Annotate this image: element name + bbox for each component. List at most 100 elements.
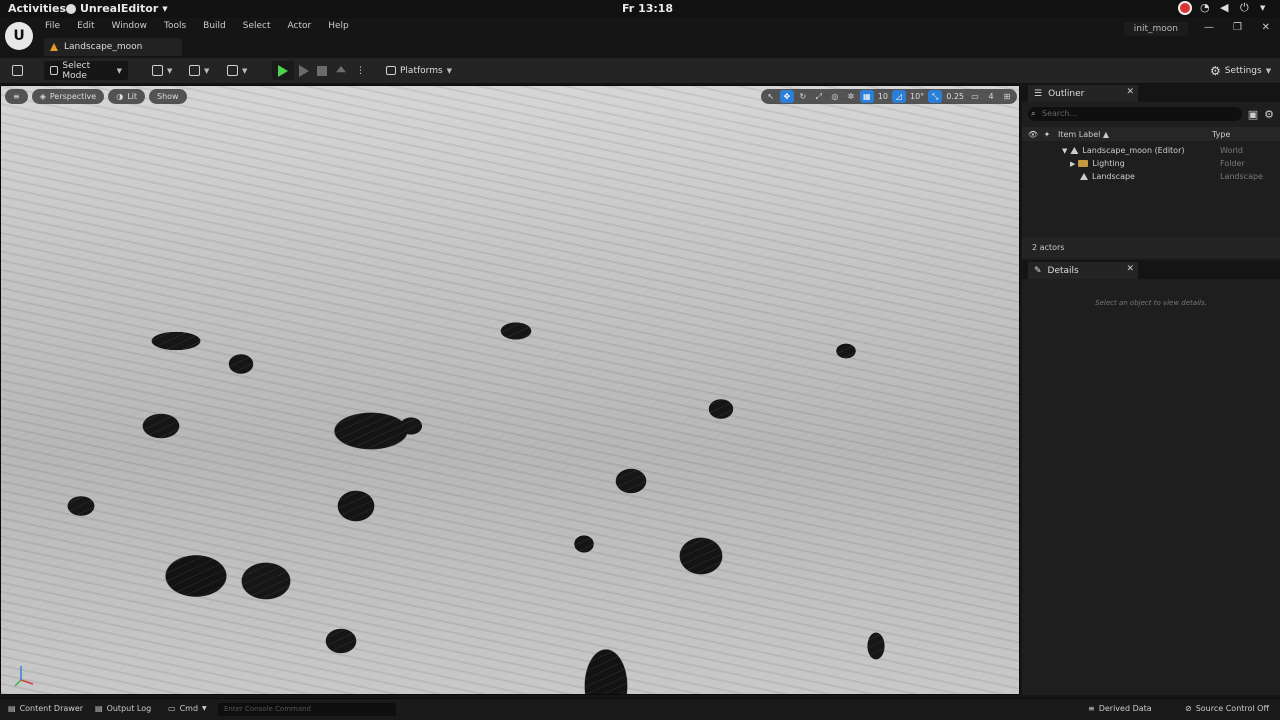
- scale-snap-icon[interactable]: ⤡: [928, 90, 943, 103]
- settings-dropdown[interactable]: ⚙ Settings ▼: [1204, 61, 1277, 80]
- source-control-button[interactable]: ⊘ Source Control Off: [1185, 704, 1269, 713]
- close-icon[interactable]: ✕: [1126, 87, 1134, 97]
- add-actor-button[interactable]: ▼: [146, 61, 178, 80]
- add-folder-icon[interactable]: ▣: [1248, 108, 1258, 121]
- rotate-tool-icon[interactable]: ↻: [796, 90, 810, 103]
- select-mode-label: Select Mode: [62, 60, 91, 81]
- add-icon: [152, 65, 163, 76]
- column-item-label[interactable]: Item Label ▲: [1054, 130, 1212, 139]
- outliner-tab-bar: ☰ Outliner ✕: [1022, 85, 1280, 102]
- camera-speed-icon[interactable]: ▭: [968, 90, 982, 103]
- volume-icon[interactable]: ◀: [1220, 2, 1232, 14]
- expand-arrow-icon[interactable]: ▼: [1062, 147, 1067, 155]
- output-log-button[interactable]: ▤ Output Log: [95, 704, 151, 713]
- system-tray[interactable]: ◔ ◀ ⏻ ▼: [1178, 1, 1272, 15]
- menu-help[interactable]: Help: [328, 20, 358, 31]
- menu-build[interactable]: Build: [203, 20, 235, 31]
- source-control-icon: ⊘: [1185, 704, 1192, 713]
- cinematics-button[interactable]: ▼: [221, 61, 253, 80]
- gear-icon[interactable]: ⚙: [1264, 108, 1274, 121]
- play-button[interactable]: [272, 61, 294, 80]
- scale-tool-icon[interactable]: ⤢: [812, 90, 826, 103]
- menu-select[interactable]: Select: [243, 20, 280, 31]
- view-mode-button[interactable]: ◑ Lit: [108, 89, 146, 104]
- power-icon[interactable]: ⏻: [1240, 2, 1252, 14]
- more-icon: ⋮: [356, 65, 365, 76]
- menu-window[interactable]: Window: [112, 20, 157, 31]
- blueprints-button[interactable]: ▼: [183, 61, 215, 80]
- save-icon: [12, 65, 23, 76]
- chevron-down-icon: ▼: [167, 66, 173, 75]
- viewport-menu-button[interactable]: ≡: [5, 89, 28, 104]
- perspective-button[interactable]: ◈ Perspective: [31, 89, 105, 104]
- select-mode-dropdown[interactable]: Select Mode ▼: [44, 60, 128, 81]
- step-icon: [299, 64, 309, 77]
- list-item[interactable]: Landscape Landscape: [1022, 170, 1280, 183]
- source-control-label: Source Control Off: [1195, 704, 1269, 713]
- derived-data-button[interactable]: ≡ Derived Data: [1088, 704, 1152, 713]
- world-space-icon[interactable]: ◎: [828, 90, 842, 103]
- wifi-icon[interactable]: ◔: [1200, 2, 1212, 14]
- main-toolbar: Select Mode ▼ ▼ ▼ ▼ ⋮ Platforms ▼ ⚙ Sett…: [0, 58, 1280, 84]
- level-viewport[interactable]: ≡ ◈ Perspective ◑ Lit Show ↖ ✥ ↻ ⤢ ◎ ✲ ▦…: [0, 85, 1020, 695]
- surface-snap-icon[interactable]: ✲: [844, 90, 858, 103]
- menu-file[interactable]: File: [45, 20, 69, 31]
- perspective-label: Perspective: [49, 92, 97, 101]
- tree-label: Landscape_moon (Editor): [1082, 146, 1185, 155]
- cmd-dropdown[interactable]: ▭ Cmd ▼: [168, 704, 207, 713]
- viewport-options: ≡ ◈ Perspective ◑ Lit Show: [5, 89, 187, 104]
- viewport-transform-toolbar: ↖ ✥ ↻ ⤢ ◎ ✲ ▦ 10 ◿ 10° ⤡ 0.25 ▭ 4 ⊞: [760, 89, 1017, 104]
- rotation-snap-icon[interactable]: ◿: [892, 90, 906, 103]
- outliner-icon: ☰: [1034, 88, 1043, 99]
- unreal-logo-icon[interactable]: U: [5, 22, 33, 50]
- output-log-label: Output Log: [106, 704, 152, 713]
- scale-snap-value[interactable]: 0.25: [944, 90, 966, 103]
- grid-snap-value[interactable]: 10: [876, 90, 890, 103]
- maximize-viewport-icon[interactable]: ⊞: [1000, 90, 1014, 103]
- menu-tools[interactable]: Tools: [164, 20, 195, 31]
- outliner-search-input[interactable]: ⌕ Search...: [1028, 107, 1242, 121]
- visibility-icon[interactable]: 👁: [1026, 130, 1040, 139]
- close-icon[interactable]: ✕: [1126, 264, 1134, 274]
- grid-snap-icon[interactable]: ▦: [859, 90, 874, 103]
- save-button[interactable]: [6, 61, 29, 80]
- chevron-down-icon[interactable]: ▼: [1260, 2, 1272, 14]
- play-options-button[interactable]: ⋮: [350, 61, 371, 80]
- translate-tool-icon[interactable]: ✥: [779, 90, 794, 103]
- console-command-input[interactable]: Enter Console Command: [218, 703, 396, 716]
- select-tool-icon[interactable]: ↖: [764, 90, 778, 103]
- tree-type: Landscape: [1220, 172, 1263, 181]
- platforms-label: Platforms: [400, 65, 443, 76]
- tab-outliner[interactable]: ☰ Outliner ✕: [1028, 85, 1138, 102]
- tab-details[interactable]: ✎ Details ✕: [1028, 262, 1138, 279]
- axis-gizmo-icon: [14, 666, 34, 687]
- content-drawer-button[interactable]: ▤ Content Drawer: [8, 704, 83, 713]
- platforms-dropdown[interactable]: Platforms ▼: [380, 61, 458, 80]
- actor-count: 2 actors: [1022, 238, 1280, 258]
- project-name: init_moon: [1123, 22, 1188, 36]
- maximize-icon[interactable]: ❐: [1233, 22, 1242, 33]
- recording-icon[interactable]: [1178, 1, 1192, 15]
- camera-speed-value[interactable]: 4: [984, 90, 998, 103]
- minimize-icon[interactable]: —: [1204, 22, 1214, 33]
- show-label: Show: [157, 92, 179, 101]
- menu-edit[interactable]: Edit: [77, 20, 103, 31]
- tree-type: Folder: [1220, 159, 1245, 168]
- pin-icon[interactable]: ✦: [1040, 130, 1054, 139]
- menu-actor[interactable]: Actor: [288, 20, 321, 31]
- lit-icon: ◑: [116, 92, 124, 101]
- app-menu[interactable]: UnrealEditor ▼: [66, 2, 168, 15]
- show-button[interactable]: Show: [149, 89, 187, 104]
- rotation-snap-value[interactable]: 10°: [908, 90, 926, 103]
- play-icon: [278, 64, 288, 77]
- clock[interactable]: Fr 13:18: [622, 2, 673, 15]
- list-item[interactable]: ▶ Lighting Folder: [1022, 157, 1280, 170]
- close-icon[interactable]: ✕: [1262, 22, 1270, 33]
- level-tab[interactable]: Landscape_moon: [44, 38, 182, 56]
- content-drawer-icon: ▤: [8, 704, 16, 713]
- expand-arrow-icon[interactable]: ▶: [1070, 160, 1075, 168]
- eject-button[interactable]: [330, 61, 352, 80]
- activities-button[interactable]: Activities: [8, 2, 66, 15]
- list-item[interactable]: ▼ Landscape_moon (Editor) World: [1022, 144, 1280, 157]
- column-type[interactable]: Type: [1212, 130, 1230, 139]
